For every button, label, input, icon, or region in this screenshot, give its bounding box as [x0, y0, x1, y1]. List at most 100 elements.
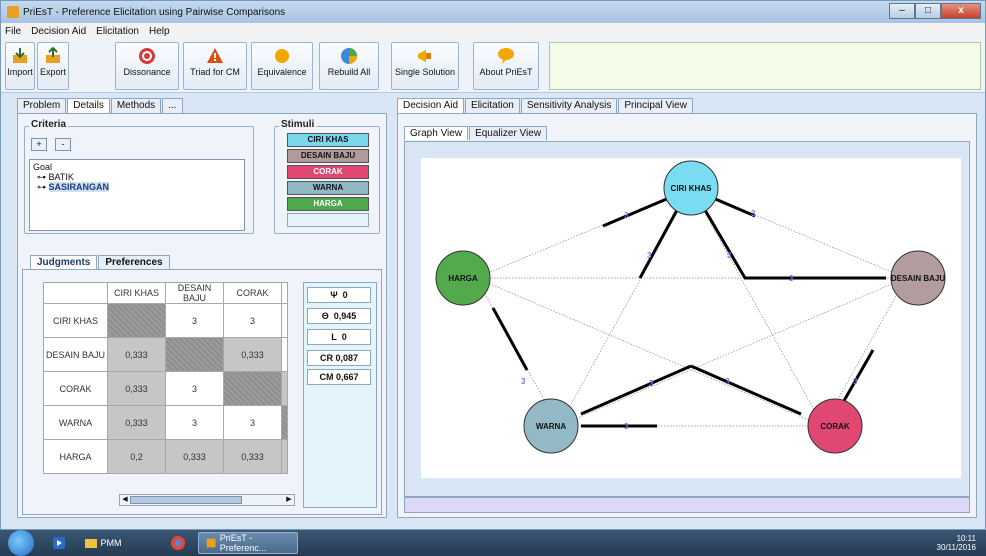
metric-cm-label: CM [319, 372, 334, 382]
arrow-ciri-khas-harga [602, 196, 670, 228]
tab-principal-view[interactable]: Principal View [618, 98, 693, 114]
taskbar-chrome[interactable] [164, 532, 192, 554]
matrix-cell-clipped [281, 303, 288, 338]
dissonance-label: Dissonance [123, 67, 171, 77]
taskbar-pmm-label: PMM [100, 538, 122, 548]
tab-elicitation[interactable]: Elicitation [465, 98, 520, 114]
stimuli-title: Stimuli [279, 119, 317, 130]
rebuild-all-button[interactable]: Rebuild All [319, 42, 379, 90]
tree-root[interactable]: Goal [33, 162, 241, 172]
tab-methods[interactable]: Methods [110, 98, 162, 114]
menu-bar: File Decision Aid Elicitation Help [1, 23, 985, 39]
equivalence-button[interactable]: Equivalence [251, 42, 313, 90]
taskbar: PMM PriEsT - Preferenc... 10:11 30/11/20… [0, 530, 986, 556]
stimulus-warna[interactable]: WARNA [287, 181, 369, 195]
triad-label: Triad for CM [190, 67, 240, 77]
row-header: DESAIN BAJU [43, 337, 108, 372]
export-button[interactable]: Export [37, 42, 69, 90]
tab-preferences[interactable]: Preferences [98, 255, 170, 270]
matrix-horizontal-scrollbar[interactable]: ◀ ▶ [119, 494, 295, 506]
matrix-cell-clipped [281, 371, 288, 406]
node-warna-label: WARNA [536, 422, 566, 431]
maximize-button[interactable]: □ [915, 3, 941, 19]
megaphone-icon [418, 50, 431, 62]
stimulus-harga[interactable]: HARGA [287, 197, 369, 211]
metric-cm: CM 0,667 [307, 369, 371, 385]
app-icon [7, 6, 19, 18]
stimulus-corak[interactable]: CORAK [287, 165, 369, 179]
column-header: CIRI KHAS [107, 282, 166, 304]
menu-elicitation[interactable]: Elicitation [96, 26, 139, 37]
window-controls: – □ x [889, 3, 981, 19]
node-ciri-khas[interactable]: CIRI KHAS [663, 160, 719, 216]
tab-equalizer-view[interactable]: Equalizer View [469, 126, 548, 140]
criteria-title: Criteria [29, 119, 69, 130]
remove-criterion-button[interactable]: - [55, 138, 71, 151]
menu-file[interactable]: File [5, 26, 21, 37]
clock-time[interactable]: 10:11 [937, 534, 976, 543]
minimize-button[interactable]: – [889, 3, 915, 19]
tab-more[interactable]: ... [162, 98, 183, 114]
node-harga[interactable]: HARGA [435, 250, 491, 306]
export-icon [46, 47, 60, 63]
add-criterion-button[interactable]: + [31, 138, 47, 151]
left-tab-bar: Problem Details Methods ... [17, 98, 387, 114]
metric-psi-label: Ψ [330, 290, 338, 300]
warning-icon [207, 48, 223, 63]
stimulus-ciri-khas[interactable]: CIRI KHAS [287, 133, 369, 147]
scrollbar-thumb[interactable] [130, 496, 242, 504]
toolbar-info-panel [549, 42, 981, 90]
node-warna[interactable]: WARNA [523, 398, 579, 454]
close-button[interactable]: x [941, 3, 981, 19]
edge-label: 3 [649, 379, 654, 388]
arrow-ciri-khas-desain-baju [712, 196, 756, 218]
tab-decision-aid[interactable]: Decision Aid [397, 98, 465, 114]
metric-psi: Ψ 0 [307, 287, 371, 303]
taskbar-pmm[interactable]: PMM [78, 532, 158, 554]
about-button[interactable]: About PriEsT [473, 42, 539, 90]
stimulus-desain-baju[interactable]: DESAIN BAJU [287, 149, 369, 163]
java-icon [206, 538, 216, 548]
node-desain-baju[interactable]: DESAIN BAJU [890, 250, 946, 306]
edge-ciri-khas-corak [690, 187, 824, 427]
import-button[interactable]: Import [5, 42, 35, 90]
arrow-harga-warna [491, 307, 529, 371]
matrix-cell[interactable]: 3 [165, 371, 224, 406]
column-header-clipped [281, 282, 288, 304]
tab-graph-view[interactable]: Graph View [404, 126, 469, 140]
arrow-center-corak [690, 364, 802, 416]
tree-node-batik[interactable]: ⊶ BATIK [33, 172, 241, 182]
node-corak[interactable]: CORAK [807, 398, 863, 454]
menu-decision-aid[interactable]: Decision Aid [31, 26, 86, 37]
scroll-left-icon[interactable]: ◀ [120, 495, 130, 505]
single-solution-button[interactable]: Single Solution [391, 42, 459, 90]
window-title: PriEsT - Preference Elicitation using Pa… [23, 6, 286, 18]
title-bar: PriEsT - Preference Elicitation using Pa… [1, 1, 985, 23]
metric-cr: CR 0,087 [307, 350, 371, 366]
about-label: About PriEsT [479, 67, 533, 77]
tab-sensitivity-analysis[interactable]: Sensitivity Analysis [520, 98, 618, 114]
scroll-right-icon[interactable]: ▶ [284, 495, 294, 505]
dissonance-button[interactable]: Dissonance [115, 42, 179, 90]
column-header: DESAIN BAJU [165, 282, 224, 304]
edge-desain-baju-warna [558, 277, 907, 427]
tab-problem[interactable]: Problem [17, 98, 67, 114]
metric-theta-label: Θ [321, 311, 329, 321]
matrix-cell[interactable]: 3 [165, 405, 224, 440]
matrix-cell: 0,333 [223, 337, 282, 372]
taskbar-media-player[interactable] [46, 532, 72, 554]
start-button[interactable] [8, 530, 34, 556]
triad-button[interactable]: Triad for CM [183, 42, 247, 90]
judgments-matrix: CIRI KHAS DESAIN BAJU CORAK CIRI KHAS 3 … [43, 282, 288, 474]
clock-date[interactable]: 30/11/2016 [937, 543, 976, 552]
row-header: CIRI KHAS [43, 303, 108, 338]
tab-details[interactable]: Details [67, 98, 110, 114]
tab-judgments[interactable]: Judgments [30, 255, 98, 270]
sun-icon [275, 49, 289, 63]
taskbar-priest[interactable]: PriEsT - Preferenc... [198, 532, 298, 554]
matrix-cell[interactable]: 3 [165, 303, 224, 338]
matrix-cell[interactable]: 3 [223, 303, 282, 338]
matrix-cell[interactable]: 3 [223, 405, 282, 440]
tree-node-sasirangan[interactable]: ⊶ SASIRANGAN [33, 182, 241, 192]
menu-help[interactable]: Help [149, 26, 170, 37]
